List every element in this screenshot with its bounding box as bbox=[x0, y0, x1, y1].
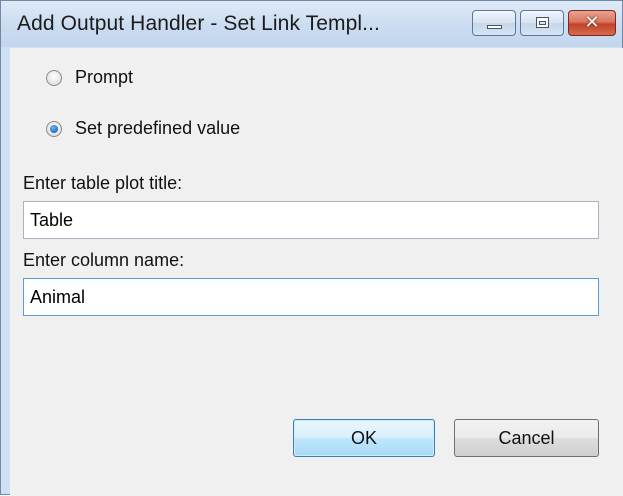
prompt-radio-label: Prompt bbox=[75, 67, 134, 87]
maximize-icon bbox=[536, 17, 549, 28]
ok-button[interactable]: OK bbox=[293, 419, 435, 457]
title-bar[interactable]: Add Output Handler - Set Link Templ... ✕ bbox=[1, 1, 622, 47]
minimize-icon bbox=[487, 25, 502, 29]
caption-buttons: ✕ bbox=[472, 10, 616, 38]
predefined-value-radio-label: Set predefined value bbox=[75, 118, 241, 138]
predefined-value-radio[interactable] bbox=[46, 120, 62, 137]
window-title: Add Output Handler - Set Link Templ... bbox=[17, 12, 380, 35]
close-icon: ✕ bbox=[584, 12, 600, 33]
column-name-input[interactable] bbox=[23, 278, 599, 316]
dialog-body: Prompt Set predefined value Enter table … bbox=[10, 48, 623, 496]
cancel-button[interactable]: Cancel bbox=[454, 419, 599, 457]
prompt-option[interactable]: Prompt bbox=[46, 67, 133, 88]
column-name-label: Enter column name: bbox=[23, 250, 185, 270]
prompt-radio[interactable] bbox=[46, 69, 62, 86]
maximize-button[interactable] bbox=[520, 10, 564, 36]
table-title-label: Enter table plot title: bbox=[23, 173, 183, 193]
dialog-window: Add Output Handler - Set Link Templ... ✕… bbox=[0, 0, 623, 496]
table-title-input[interactable] bbox=[23, 201, 599, 239]
close-button[interactable]: ✕ bbox=[568, 10, 616, 36]
predefined-value-option[interactable]: Set predefined value bbox=[46, 118, 240, 139]
minimize-button[interactable] bbox=[472, 10, 516, 36]
